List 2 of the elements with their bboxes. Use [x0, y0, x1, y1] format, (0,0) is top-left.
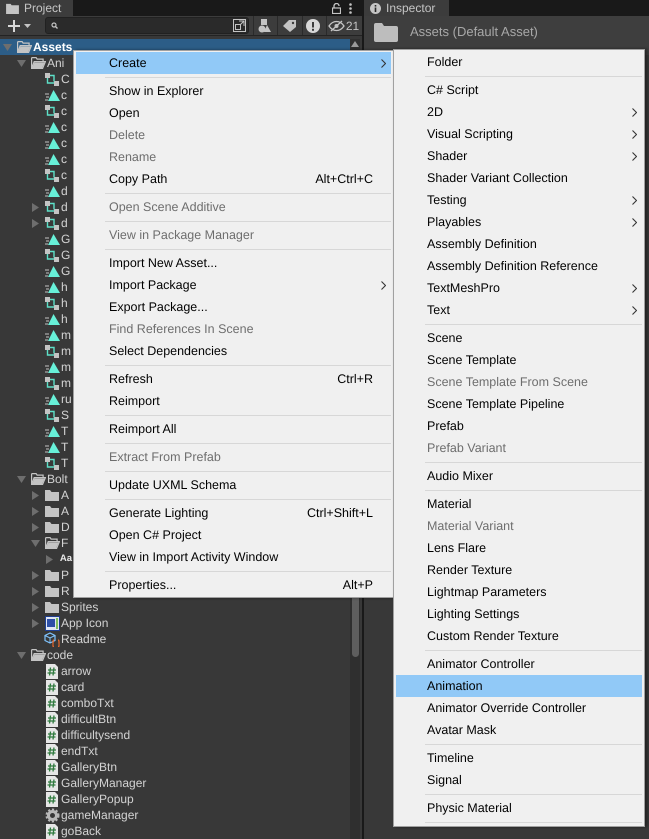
- inspector-title: Assets (Default Asset): [410, 23, 538, 39]
- font-icon: Aa: [60, 554, 72, 564]
